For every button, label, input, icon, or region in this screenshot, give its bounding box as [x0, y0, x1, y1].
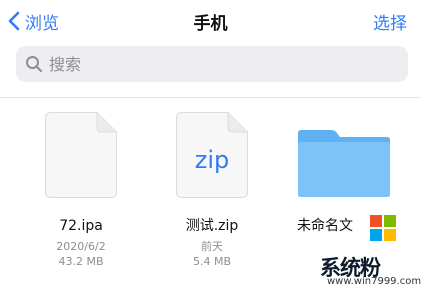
search-bar[interactable]	[16, 46, 408, 82]
file-thumbnail: zip	[176, 112, 248, 198]
navigation-bar: 浏览 手机 选择	[0, 0, 421, 42]
file-thumbnail	[45, 112, 117, 198]
folder-icon	[298, 130, 390, 197]
watermark-url: www.win7999.com	[327, 276, 421, 287]
file-name: 测试.zip	[185, 218, 239, 234]
folder-item-untitled[interactable]	[297, 128, 391, 198]
file-date: 2020/6/2	[56, 240, 106, 253]
search-icon	[26, 56, 43, 73]
file-item-72-ipa[interactable]: 72.ipa 2020/6/2 43.2 MB	[21, 112, 141, 269]
zip-icon-label: zip	[194, 146, 230, 174]
file-size: 43.2 MB	[58, 255, 104, 268]
file-item-test-zip[interactable]: zip 测试.zip 前天 5.4 MB	[152, 112, 272, 269]
file-size: 5.4 MB	[192, 255, 232, 268]
document-icon	[45, 112, 117, 198]
windows-logo-icon	[370, 215, 396, 241]
file-name: 72.ipa	[59, 218, 103, 234]
page-title: 手机	[193, 14, 228, 34]
file-date: 前天	[201, 240, 223, 253]
divider	[0, 97, 421, 98]
select-button[interactable]: 选择	[373, 9, 407, 34]
watermark: 系统粉 www.win7999.com	[318, 212, 421, 290]
search-input[interactable]	[49, 54, 389, 74]
